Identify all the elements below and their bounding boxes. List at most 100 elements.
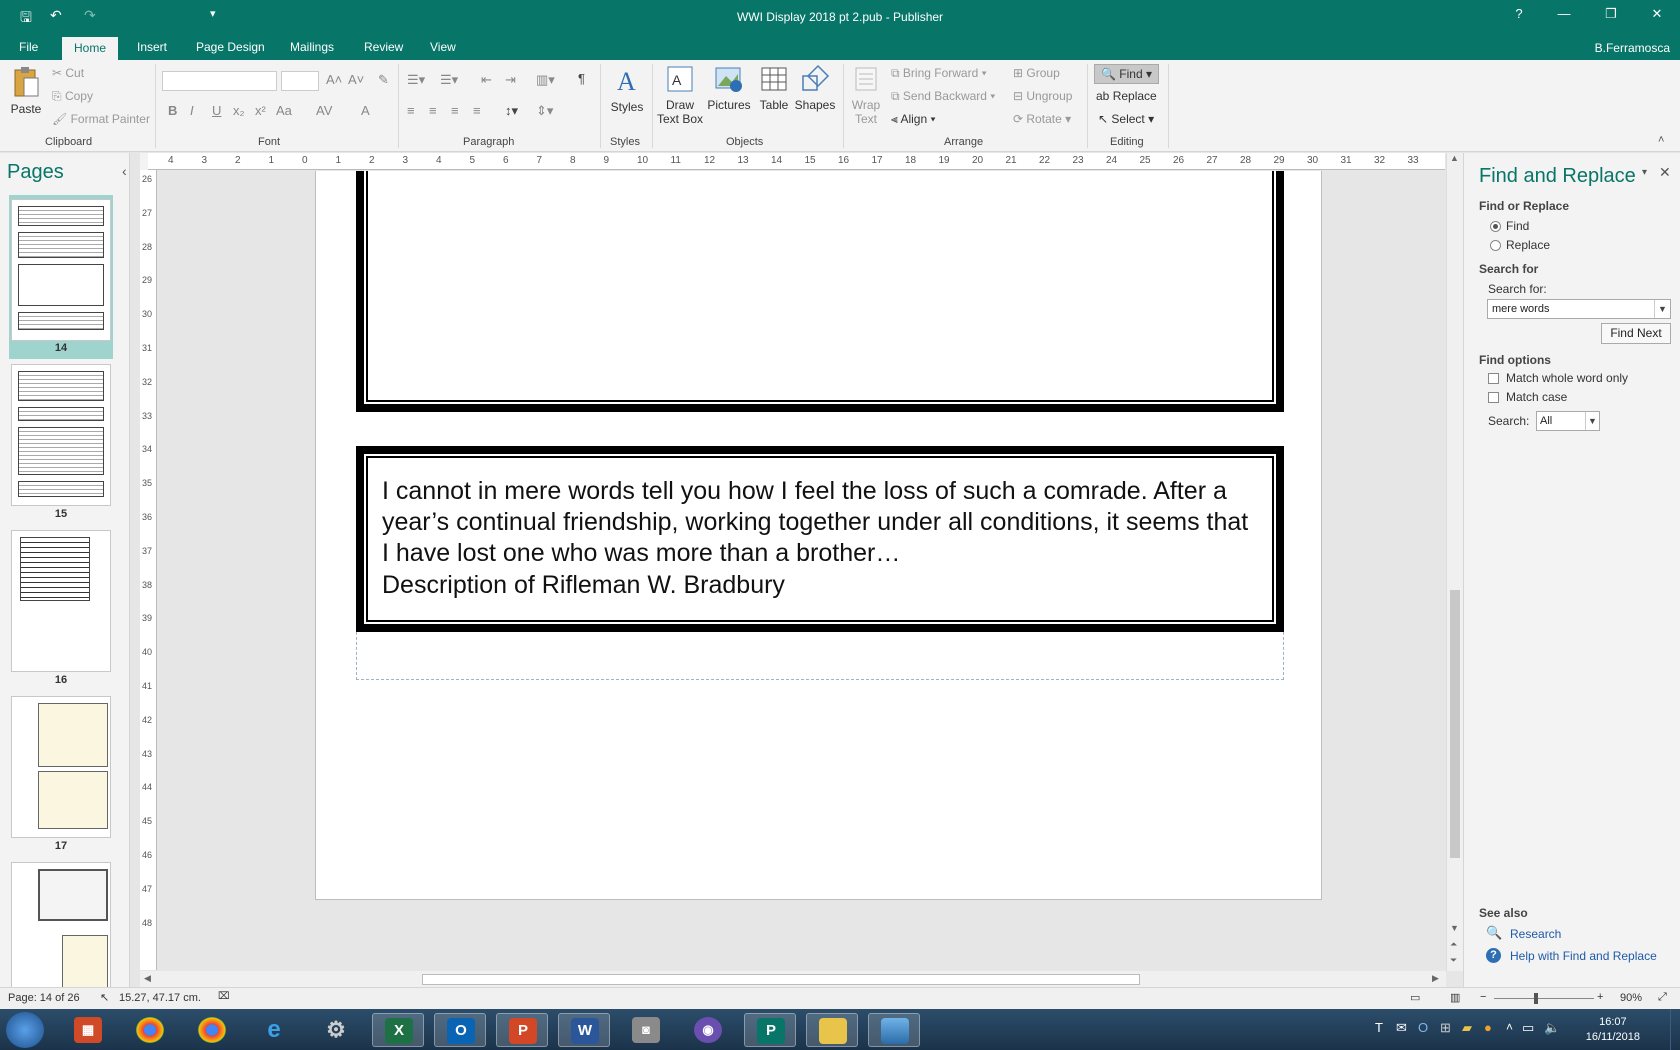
close-button[interactable]: ✕ xyxy=(1642,6,1672,22)
font-name-box[interactable] xyxy=(162,71,277,91)
scroll-right-icon[interactable]: ▶ xyxy=(1432,973,1439,984)
increase-indent-icon[interactable]: ⇥ xyxy=(505,72,516,88)
tab-mailings[interactable]: Mailings xyxy=(290,40,334,54)
tab-insert[interactable]: Insert xyxy=(137,40,167,54)
page-thumbnail[interactable] xyxy=(11,199,111,341)
pilcrow-icon[interactable]: ¶ xyxy=(578,71,585,86)
tab-home[interactable]: Home xyxy=(62,37,119,60)
taskbar-excel[interactable]: X xyxy=(372,1013,424,1047)
pictures-button[interactable]: Pictures xyxy=(704,64,754,112)
show-desktop-button[interactable] xyxy=(1670,1009,1680,1050)
character-spacing-button[interactable]: AV xyxy=(316,103,332,118)
research-link[interactable]: Research xyxy=(1510,927,1561,941)
subscript-button[interactable]: x₂ xyxy=(233,103,245,118)
wrap-text-button[interactable]: Wrap Text xyxy=(848,64,884,126)
find-button[interactable]: 🔍 Find ▾ xyxy=(1094,64,1159,84)
mail-tray-icon[interactable]: ✉ xyxy=(1396,1020,1407,1036)
search-direction-select[interactable]: All ▼ xyxy=(1536,411,1600,431)
next-page-icon[interactable]: ⏷ xyxy=(1450,955,1457,966)
taskbar-chrome[interactable] xyxy=(186,1013,238,1047)
rotate-button[interactable]: ⟳ Rotate ▾ xyxy=(1013,112,1071,126)
taskbar-word[interactable]: W xyxy=(558,1013,610,1047)
taskbar-powerpoint[interactable]: P xyxy=(496,1013,548,1047)
pane-close-icon[interactable]: ✕ xyxy=(1659,164,1671,181)
taskbar-chrome[interactable] xyxy=(124,1013,176,1047)
zoom-slider[interactable] xyxy=(1494,998,1594,999)
help-button[interactable]: ? xyxy=(1504,6,1534,21)
columns-icon[interactable]: ▥▾ xyxy=(536,72,555,88)
group-button[interactable]: ⊞ Group xyxy=(1013,66,1060,80)
numbering-icon[interactable]: ☰▾ xyxy=(440,72,458,88)
find-radio[interactable] xyxy=(1490,221,1501,232)
cut-button[interactable]: ✂ Cut xyxy=(52,66,84,80)
change-case-button[interactable]: Aa xyxy=(276,103,292,118)
taskbar-file-explorer[interactable] xyxy=(806,1013,858,1047)
page-thumbnail[interactable] xyxy=(11,696,111,838)
help-find-replace-link[interactable]: Help with Find and Replace xyxy=(1510,949,1657,963)
match-case-checkbox[interactable] xyxy=(1488,392,1499,403)
taskbar-photos[interactable] xyxy=(868,1013,920,1047)
draw-text-box-button[interactable]: A Draw Text Box xyxy=(656,64,704,126)
select-button[interactable]: ↖ Select ▾ xyxy=(1098,112,1154,126)
scrollbar-thumb[interactable] xyxy=(422,974,1140,985)
minimize-button[interactable]: — xyxy=(1549,6,1579,21)
volume-icon[interactable]: 🔈 xyxy=(1544,1020,1560,1036)
publication-workspace[interactable]: I cannot in mere words tell you how I fe… xyxy=(158,171,1446,971)
align-center-icon[interactable]: ≡ xyxy=(429,103,437,118)
previous-page-icon[interactable]: ⏶ xyxy=(1450,939,1457,950)
restore-button[interactable]: ❐ xyxy=(1596,6,1626,22)
taskbar-internet-explorer[interactable]: e xyxy=(248,1013,300,1047)
align-right-icon[interactable]: ≡ xyxy=(451,103,459,118)
pane-options-icon[interactable]: ▾ xyxy=(1642,167,1647,178)
copy-button[interactable]: ⎘ Copy xyxy=(52,89,93,104)
decrease-indent-icon[interactable]: ⇤ xyxy=(481,72,492,88)
underline-button[interactable]: U xyxy=(212,103,221,118)
search-input[interactable]: mere words ▼ xyxy=(1487,299,1671,319)
bullets-icon[interactable]: ☰▾ xyxy=(407,72,425,88)
page-thumbnail[interactable] xyxy=(11,530,111,672)
ungroup-button[interactable]: ⊟ Ungroup xyxy=(1013,89,1072,103)
zoom-slider-thumb[interactable] xyxy=(1534,993,1538,1004)
attribution-text[interactable]: Description of Rifleman W. Bradbury xyxy=(382,571,785,600)
paragraph-spacing-icon[interactable]: ⇕▾ xyxy=(536,103,553,119)
clear-format-icon[interactable]: ✎ xyxy=(378,72,389,88)
tab-file[interactable]: File xyxy=(19,40,38,54)
publication-page[interactable]: I cannot in mere words tell you how I fe… xyxy=(315,171,1322,900)
format-painter-button[interactable]: 🖌 Format Painter xyxy=(52,112,150,126)
horizontal-ruler[interactable]: 4 3 2 1 0 1 2 3 4 5 6 7 8 9 10 11 12 13 14 15 16 17 18 19 20 21 22… xyxy=(148,153,1445,170)
upper-frame[interactable] xyxy=(356,171,1284,412)
taskbar-apps[interactable]: ▦ xyxy=(62,1013,114,1047)
taskbar-app[interactable]: ◉ xyxy=(682,1013,734,1047)
two-page-view-icon[interactable]: ▥ xyxy=(1450,991,1460,1004)
quote-frame[interactable]: I cannot in mere words tell you how I fe… xyxy=(356,446,1284,632)
tab-review[interactable]: Review xyxy=(364,40,403,54)
page-thumbnail[interactable] xyxy=(11,364,111,506)
font-size-box[interactable] xyxy=(281,71,319,91)
italic-button[interactable]: I xyxy=(190,103,194,118)
justify-icon[interactable]: ≡ xyxy=(473,103,481,118)
tab-page-design[interactable]: Page Design xyxy=(196,40,265,54)
taskbar-camera[interactable]: ◙ xyxy=(620,1013,672,1047)
tray-icon[interactable]: ● xyxy=(1484,1020,1492,1035)
collapse-pages-icon[interactable]: ‹ xyxy=(122,163,127,179)
scroll-left-icon[interactable]: ◀ xyxy=(144,973,151,984)
match-whole-word-checkbox[interactable] xyxy=(1488,373,1499,384)
horizontal-scrollbar[interactable]: ◀ ▶ xyxy=(140,971,1446,988)
line-spacing-icon[interactable]: ↕▾ xyxy=(505,103,518,119)
tray-icon[interactable]: ⊞ xyxy=(1440,1020,1451,1036)
shapes-button[interactable]: Shapes xyxy=(794,64,836,112)
start-button[interactable] xyxy=(6,1012,44,1048)
quote-text[interactable]: I cannot in mere words tell you how I fe… xyxy=(382,476,1262,569)
teams-tray-icon[interactable]: T xyxy=(1375,1020,1383,1035)
align-button[interactable]: ⫷ Align ▾ xyxy=(891,112,936,127)
align-left-icon[interactable]: ≡ xyxy=(407,103,415,118)
table-button[interactable]: Table xyxy=(756,64,792,112)
replace-radio[interactable] xyxy=(1490,240,1501,251)
bring-forward-button[interactable]: ⧉ Bring Forward ▾ xyxy=(891,66,987,81)
shrink-font-icon[interactable]: A˅ xyxy=(348,72,364,87)
network-icon[interactable]: ▭ xyxy=(1522,1020,1534,1036)
search-history-dropdown-icon[interactable]: ▼ xyxy=(1654,300,1670,318)
paste-button[interactable]: Paste xyxy=(8,66,44,116)
show-hidden-icons-icon[interactable]: ˄ xyxy=(1506,1020,1513,1034)
zoom-out-icon[interactable]: − xyxy=(1480,991,1486,1003)
